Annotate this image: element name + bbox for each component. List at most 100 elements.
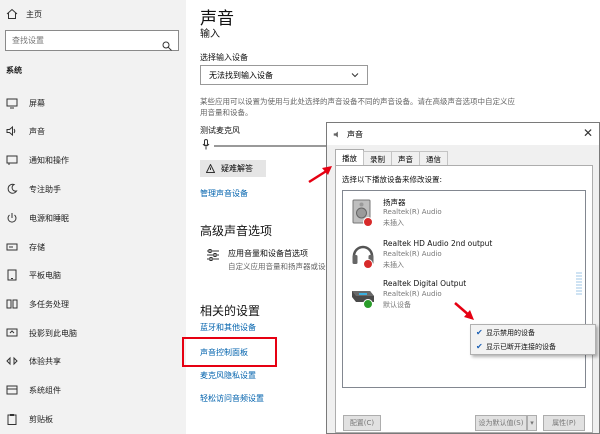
show-disconnected-devices-item[interactable]: ✔ 显示已断开连接的设备 (472, 340, 594, 353)
system-components-icon (6, 384, 18, 396)
power-icon (6, 212, 18, 224)
display-icon (6, 97, 18, 109)
sidebar-item-project[interactable]: 投影到此电脑 (0, 319, 186, 347)
home-icon (6, 8, 18, 20)
device-status: 未插入 (383, 219, 404, 227)
sidebar-item-shared-experience[interactable]: 体验共享 (0, 347, 186, 375)
sidebar-item-label: 多任务处理 (29, 299, 69, 309)
bluetooth-devices-link[interactable]: 蓝牙和其他设备 (200, 322, 256, 333)
settings-nav-pane: 主页 系统 屏幕 声音 通知和操作 专注助手 电源和睡眠 存储 平板电脑 多任务… (0, 0, 186, 434)
dialog-buttons: 配置(C) 设为默认值(S) ▾ 属性(P) (327, 415, 599, 434)
sidebar-item-multitasking[interactable]: 多任务处理 (0, 290, 186, 318)
configure-button[interactable]: 配置(C) (343, 415, 381, 431)
mic-level-row (202, 139, 210, 150)
equalizer-icon (207, 249, 219, 261)
device-context-menu: ✔ 显示禁用的设备 ✔ 显示已断开连接的设备 (470, 324, 596, 355)
dialog-titlebar: 声音 ✕ (327, 123, 599, 145)
playback-instruction: 选择以下播放设备来修改设置: (342, 175, 443, 184)
input-device-dropdown[interactable]: 无法找到输入设备 (200, 65, 368, 85)
device-name: 扬声器 (383, 198, 406, 207)
sidebar-item-sound[interactable]: 声音 (0, 117, 186, 145)
speaker-icon (333, 131, 338, 137)
sidebar-item-label: 屏幕 (29, 98, 45, 108)
test-mic-label: 测试麦克风 (200, 126, 240, 135)
menu-item-label: 显示禁用的设备 (486, 328, 535, 337)
sidebar-item-label: 声音 (29, 126, 45, 136)
device-name: Realtek HD Audio 2nd output (383, 239, 493, 248)
app-pref-desc: 自定义应用音量和扬声器或设备 (228, 262, 333, 271)
properties-button[interactable]: 属性(P) (543, 415, 585, 431)
manage-sound-devices-link[interactable]: 管理声音设备 (200, 188, 248, 199)
settings-search-box[interactable] (5, 30, 179, 51)
related-settings-heading: 相关的设置 (200, 304, 261, 318)
unplugged-badge-icon (363, 259, 373, 269)
speaker-icon (6, 125, 18, 137)
focus-assist-icon (6, 183, 18, 195)
nav-section-label: 系统 (6, 66, 22, 75)
sidebar-item-system-components[interactable]: 系统组件 (0, 376, 186, 404)
advanced-heading: 高级声音选项 (200, 224, 273, 238)
mic-level-bar (214, 145, 334, 147)
storage-icon (6, 241, 18, 253)
troubleshoot-button[interactable]: 疑难解答 (200, 160, 266, 177)
unplugged-badge-icon (363, 217, 373, 227)
ease-of-access-audio-link[interactable]: 轻松访问音频设置 (200, 393, 264, 404)
device-speaker[interactable]: 扬声器 Realtek(R) Audio 未插入 (351, 197, 551, 231)
input-heading: 输入 (200, 29, 220, 40)
device-status: 默认设备 (383, 301, 411, 309)
device-driver: Realtek(R) Audio (383, 208, 442, 216)
sidebar-item-label: 平板电脑 (29, 270, 61, 280)
microphone-privacy-link[interactable]: 麦克风隐私设置 (200, 370, 256, 381)
menu-item-label: 显示已断开连接的设备 (486, 342, 556, 351)
playback-device-list[interactable]: 扬声器 Realtek(R) Audio 未插入 Realtek HD Audi… (342, 190, 586, 388)
set-default-button[interactable]: 设为默认值(S) (475, 415, 527, 431)
checkmark-icon: ✔ (476, 342, 483, 351)
sidebar-item-focus-assist[interactable]: 专注助手 (0, 175, 186, 203)
microphone-icon (202, 139, 210, 150)
sidebar-item-label: 通知和操作 (29, 155, 69, 165)
device-status: 未插入 (383, 261, 404, 269)
chevron-down-icon (351, 73, 359, 78)
clipboard-icon (6, 413, 18, 425)
device-digital-output[interactable]: Realtek Digital Output Realtek(R) Audio … (351, 279, 551, 313)
input-description: 某些应用可以设置为使用与此处选择的声音设备不同的声音设备。请在高级声音选项中自定… (200, 97, 515, 117)
search-input[interactable] (12, 36, 162, 45)
input-device-value: 无法找到输入设备 (209, 70, 273, 80)
tab-recording[interactable]: 录制 (363, 151, 392, 166)
sidebar-item-label: 专注助手 (29, 184, 61, 194)
dialog-tabs: 播放 录制 声音 通信 (335, 149, 448, 166)
app-volume-preferences[interactable]: 应用音量和设备首选项 自定义应用音量和扬声器或设备 (206, 248, 333, 272)
device-name: Realtek Digital Output (383, 279, 467, 288)
notification-icon (6, 154, 18, 166)
troubleshoot-label: 疑难解答 (221, 164, 253, 173)
tab-playback[interactable]: 播放 (335, 149, 364, 166)
nav-home[interactable]: 主页 (6, 6, 42, 22)
sidebar-item-label: 系统组件 (29, 385, 61, 395)
search-icon[interactable] (162, 36, 172, 51)
nav-home-label: 主页 (26, 9, 42, 19)
set-default-dropdown-arrow-icon[interactable]: ▾ (527, 415, 537, 431)
choose-input-label: 选择输入设备 (200, 53, 248, 62)
sound-control-panel-highlight (182, 337, 277, 367)
sidebar-item-label: 投影到此电脑 (29, 328, 77, 338)
close-icon[interactable]: ✕ (583, 126, 593, 140)
sidebar-item-label: 剪贴板 (29, 414, 53, 424)
playback-panel: 选择以下播放设备来修改设置: 扬声器 Realtek(R) Audio 未插入 … (335, 165, 593, 433)
tab-sounds[interactable]: 声音 (391, 151, 420, 166)
warning-icon (206, 164, 215, 173)
tablet-icon (6, 269, 18, 281)
sidebar-item-tablet[interactable]: 平板电脑 (0, 261, 186, 289)
sidebar-item-notifications[interactable]: 通知和操作 (0, 146, 186, 174)
dialog-title: 声音 (347, 129, 363, 139)
sidebar-item-storage[interactable]: 存储 (0, 233, 186, 261)
sound-dialog: 声音 ✕ 播放 录制 声音 通信 选择以下播放设备来修改设置: 扬声器 Real… (326, 122, 600, 434)
tab-communications[interactable]: 通信 (419, 151, 448, 166)
device-driver: Realtek(R) Audio (383, 250, 442, 258)
sidebar-item-clipboard[interactable]: 剪贴板 (0, 405, 186, 433)
sidebar-item-label: 体验共享 (29, 356, 61, 366)
device-hd-audio-2nd-output[interactable]: Realtek HD Audio 2nd output Realtek(R) A… (351, 239, 551, 273)
show-disabled-devices-item[interactable]: ✔ 显示禁用的设备 (472, 326, 594, 339)
sidebar-item-display[interactable]: 屏幕 (0, 89, 186, 117)
volume-level-meter (576, 272, 582, 298)
sidebar-item-power[interactable]: 电源和睡眠 (0, 204, 186, 232)
